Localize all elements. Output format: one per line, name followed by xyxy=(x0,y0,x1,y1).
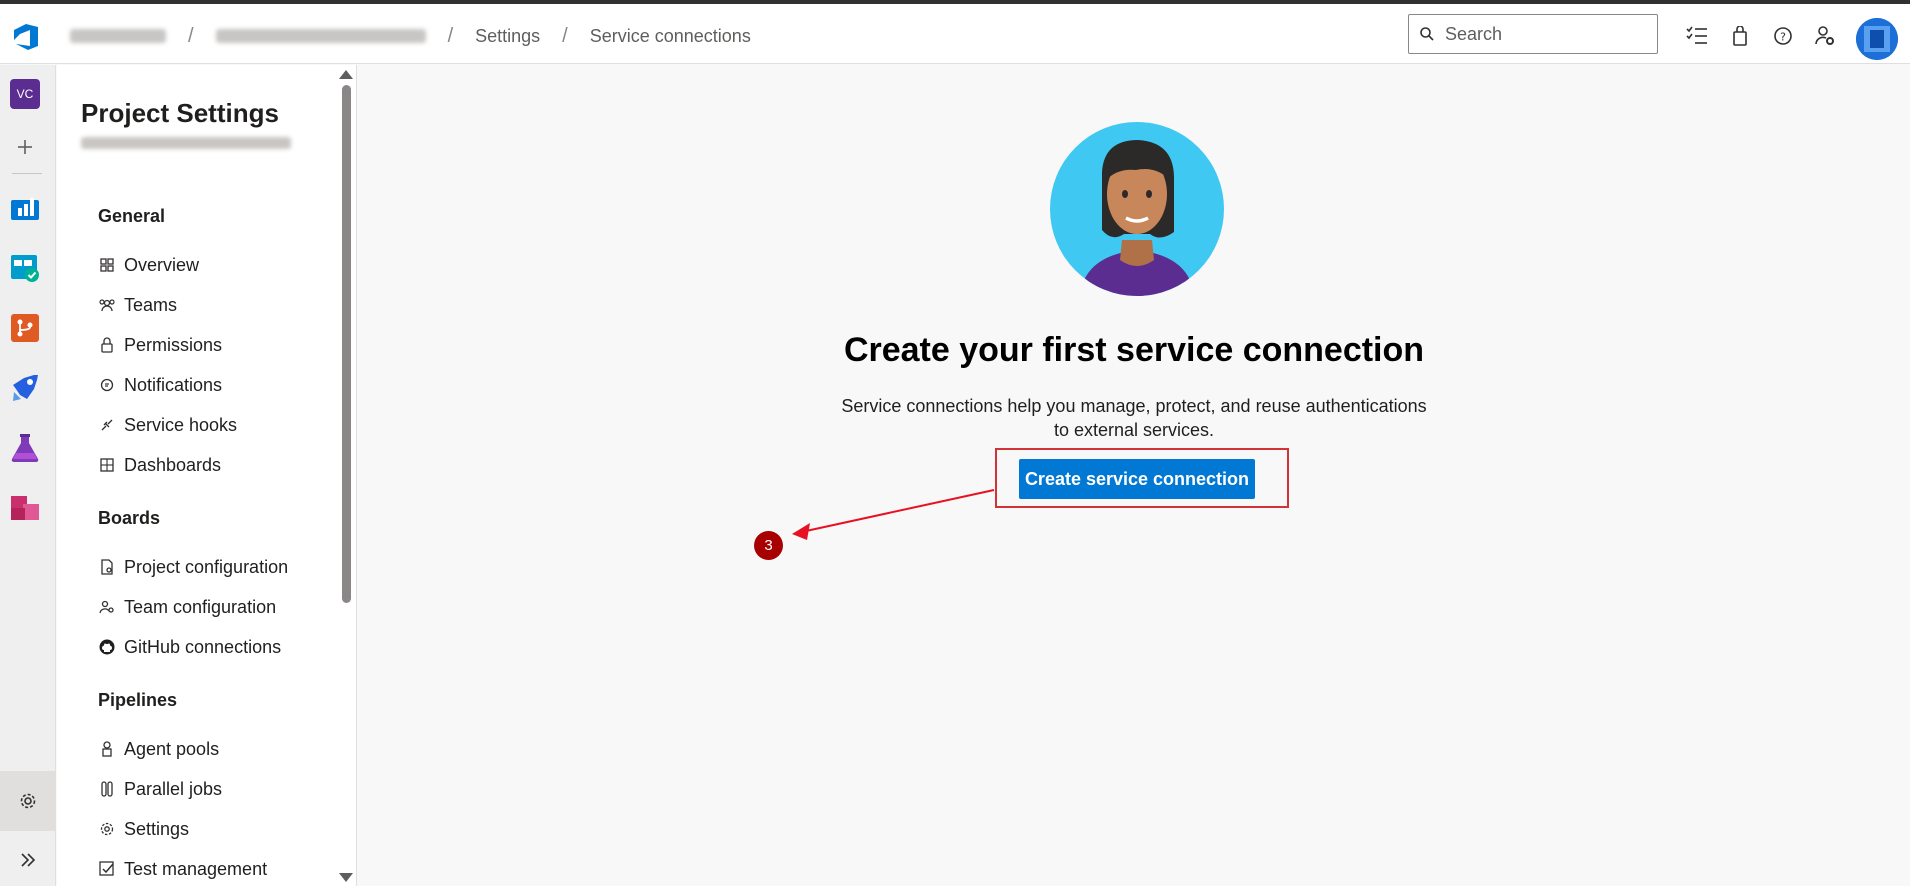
breadcrumb-separator: / xyxy=(562,24,568,47)
breadcrumb-service-connections[interactable]: Service connections xyxy=(590,26,751,47)
group-general: General xyxy=(98,206,166,226)
empty-state-person-illustration xyxy=(1050,122,1224,296)
breadcrumb: / / Settings / Service connections xyxy=(70,22,751,50)
parallel-jobs-icon xyxy=(98,780,116,798)
empty-state-headline: Create your first service connection xyxy=(843,331,1425,369)
overview-icon[interactable] xyxy=(9,192,41,224)
sidebar-item-overview[interactable]: Overview xyxy=(98,250,199,280)
scroll-up-arrow-icon[interactable] xyxy=(339,70,353,79)
group-boards: Boards xyxy=(98,508,161,528)
sidebar-item-settings[interactable]: Settings xyxy=(98,814,189,844)
sidebar-item-test-management[interactable]: Test management xyxy=(98,854,267,884)
gear-icon xyxy=(98,820,116,838)
sidebar-item-project-configuration[interactable]: Project configuration xyxy=(98,552,288,582)
sidebar-item-permissions[interactable]: Permissions xyxy=(98,330,222,360)
agent-pool-icon xyxy=(98,740,116,758)
overview-grid-icon xyxy=(98,256,116,274)
sidebar-item-notifications[interactable]: Notifications xyxy=(98,370,222,400)
sidebar-item-dashboards[interactable]: Dashboards xyxy=(98,450,221,480)
sidebar-item-teams[interactable]: Teams xyxy=(98,290,177,320)
expand-rail-chevron-icon[interactable] xyxy=(0,835,56,885)
top-header: / / Settings / Service connections ? xyxy=(0,4,1910,64)
project-config-icon xyxy=(98,558,116,576)
annotation-step-badge: 3 xyxy=(754,531,783,560)
plug-icon xyxy=(98,416,116,434)
boards-icon[interactable] xyxy=(9,252,41,284)
teams-icon xyxy=(98,296,116,314)
project-avatar[interactable]: VC xyxy=(9,78,41,110)
create-service-connection-button[interactable]: Create service connection xyxy=(1019,459,1255,499)
breadcrumb-separator: / xyxy=(447,24,454,47)
scroll-down-arrow-icon[interactable] xyxy=(339,873,353,882)
main-content: Create your first service connection Ser… xyxy=(358,65,1910,886)
pipelines-icon[interactable] xyxy=(9,372,41,404)
user-settings-icon[interactable] xyxy=(1813,24,1837,48)
search-input[interactable] xyxy=(1445,23,1645,45)
breadcrumb-project-redacted[interactable] xyxy=(215,29,426,43)
azure-devops-logo-icon[interactable] xyxy=(10,20,42,52)
breadcrumb-settings[interactable]: Settings xyxy=(475,26,540,47)
project-settings-panel: Project Settings General Overview Teams … xyxy=(57,65,357,886)
page-title: Project Settings xyxy=(81,98,279,128)
artifacts-icon[interactable] xyxy=(9,492,41,524)
lock-icon xyxy=(98,336,116,354)
sidebar-item-parallel-jobs[interactable]: Parallel jobs xyxy=(98,774,222,804)
test-plans-icon[interactable] xyxy=(9,432,41,464)
group-pipelines: Pipelines xyxy=(98,690,178,710)
breadcrumb-org-redacted[interactable] xyxy=(70,29,166,43)
sidebar-item-github-connections[interactable]: GitHub connections xyxy=(98,632,281,662)
empty-state-description: Service connections help you manage, pro… xyxy=(841,396,1427,440)
project-settings-gear-icon[interactable] xyxy=(0,771,56,831)
sidebar-item-service-hooks[interactable]: Service hooks xyxy=(98,410,237,440)
github-icon xyxy=(98,638,116,656)
svg-text:?: ? xyxy=(1780,31,1786,44)
navigation-rail: VC xyxy=(0,65,56,886)
search-box[interactable] xyxy=(1408,14,1658,54)
sidebar-item-team-configuration[interactable]: Team configuration xyxy=(98,592,276,622)
repos-icon[interactable] xyxy=(9,312,41,344)
dashboard-icon xyxy=(98,456,116,474)
user-avatar[interactable] xyxy=(1856,18,1898,60)
work-items-icon[interactable] xyxy=(1685,24,1709,48)
help-icon[interactable]: ? xyxy=(1771,24,1795,48)
team-config-icon xyxy=(98,598,116,616)
breadcrumb-separator: / xyxy=(188,24,194,47)
scrollbar-thumb[interactable] xyxy=(342,85,351,603)
project-name-redacted xyxy=(81,137,291,149)
rail-divider xyxy=(12,173,42,174)
search-icon xyxy=(1409,26,1445,42)
sidebar-item-agent-pools[interactable]: Agent pools xyxy=(98,734,219,764)
add-icon[interactable] xyxy=(9,131,41,163)
test-management-icon xyxy=(98,860,116,878)
marketplace-bag-icon[interactable] xyxy=(1728,24,1752,48)
notification-chat-icon xyxy=(98,376,116,394)
